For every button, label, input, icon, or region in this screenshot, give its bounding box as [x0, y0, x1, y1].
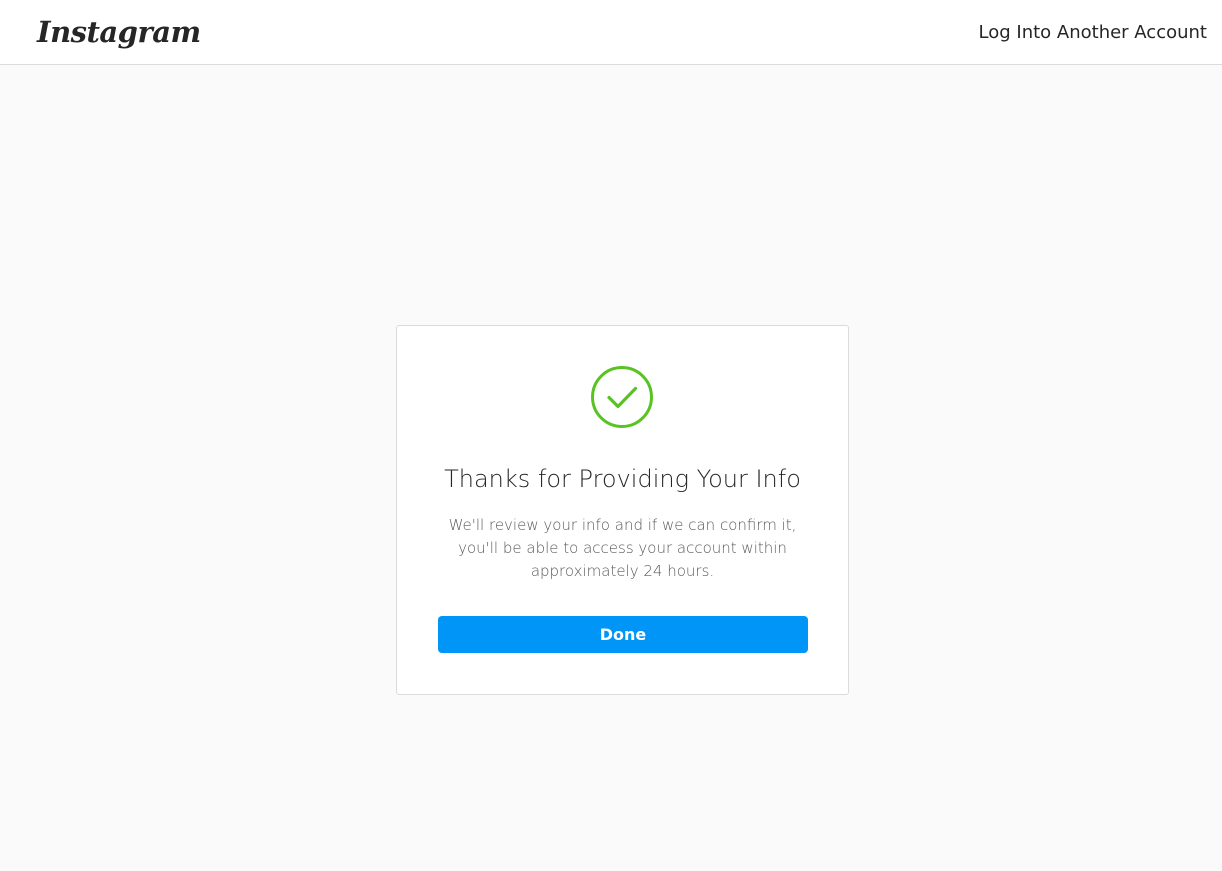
top-navigation-bar: Instagram Log Into Another Account — [0, 0, 1222, 65]
check-circle-icon — [590, 365, 654, 429]
confirmation-title: Thanks for Providing Your Info — [444, 465, 801, 493]
confirmation-message: We'll review your info and if we can con… — [448, 516, 797, 580]
done-button[interactable]: Done — [438, 616, 808, 653]
instagram-logo[interactable]: Instagram — [37, 12, 201, 52]
confirmation-card: Thanks for Providing Your Info We'll rev… — [396, 325, 849, 695]
log-into-another-account-link[interactable]: Log Into Another Account — [979, 20, 1207, 46]
